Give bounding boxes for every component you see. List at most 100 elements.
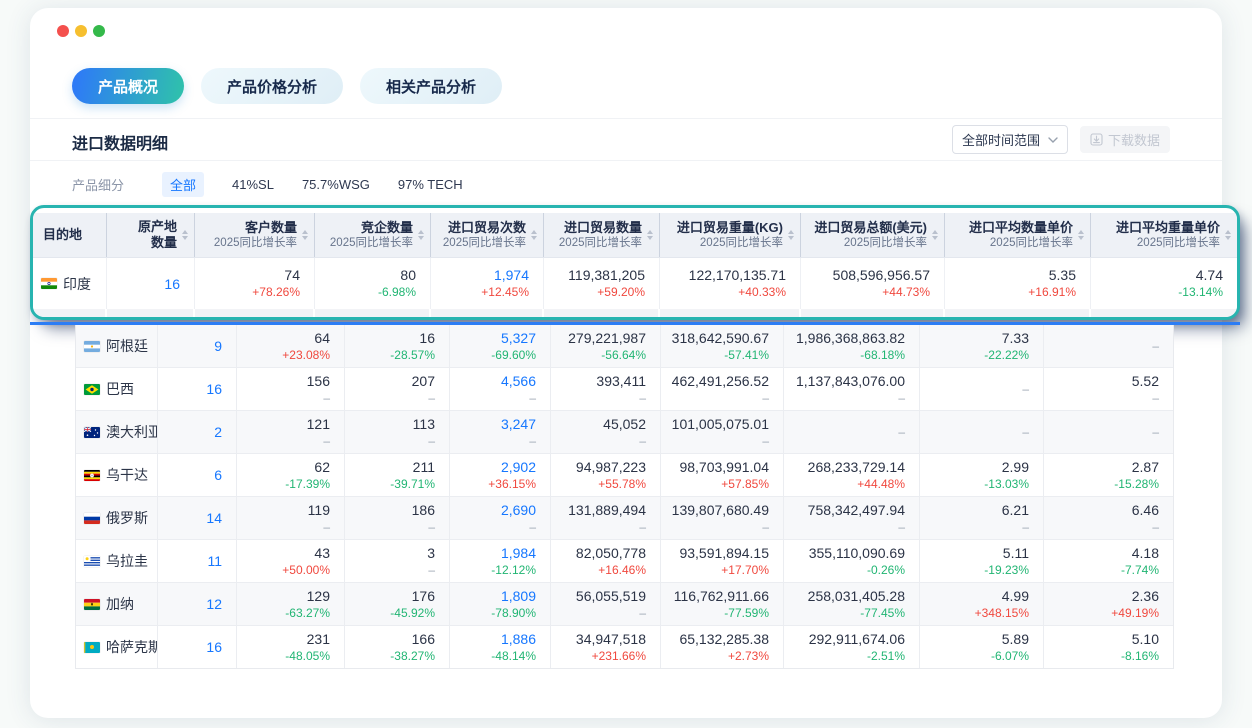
cell-value: 5.11	[1003, 545, 1029, 562]
divider	[30, 160, 1222, 161]
highlighted-row-india[interactable]: 印度1674+78.26%80-6.98%1,974+12.45%119,381…	[33, 258, 1237, 309]
segment-option-3[interactable]: 97% TECH	[398, 177, 463, 192]
cell-growth: +16.91%	[1028, 285, 1076, 300]
minimize-window-button[interactable]	[75, 25, 87, 37]
window-controls	[57, 25, 105, 37]
destination-cell: 俄罗斯	[76, 497, 158, 539]
table-row[interactable]: 俄罗斯14119–186–2,690–131,889,494–139,807,6…	[76, 497, 1173, 540]
destination-name: 巴西	[106, 379, 134, 399]
cell-value: 508,596,956.57	[833, 267, 930, 284]
sort-button[interactable]	[647, 230, 653, 240]
tab-2[interactable]: 相关产品分析	[360, 68, 502, 104]
table-row[interactable]: 巴西16156–207–4,566–393,411–462,491,256.52…	[76, 368, 1173, 411]
cell-value: 355,110,090.69	[809, 545, 905, 562]
time-range-select[interactable]: 全部时间范围	[952, 125, 1068, 154]
flag-icon-au	[84, 427, 100, 438]
origin-count-cell: 11	[158, 540, 237, 582]
sort-button[interactable]	[182, 230, 188, 240]
data-cell-5: 758,342,497.94–	[784, 497, 920, 539]
table-row[interactable]: 加纳12129-63.27%176-45.92%1,809-78.90%56,0…	[76, 583, 1173, 626]
cell-growth: -68.18%	[860, 348, 905, 363]
cell-value: 121	[307, 416, 330, 433]
cell-value: 1,886	[501, 631, 536, 648]
cell-value: 4.74	[1196, 267, 1223, 284]
sliver-cell	[544, 309, 660, 319]
sort-button[interactable]	[302, 230, 308, 240]
cell-growth: -2.51%	[867, 649, 905, 664]
table-header-row: 目的地原产地数量客户数量2025同比增长率竞企数量2025同比增长率进口贸易次数…	[33, 213, 1237, 258]
sort-button[interactable]	[1225, 230, 1231, 240]
data-cell-0: 43+50.00%	[237, 540, 345, 582]
column-header-0: 目的地	[33, 213, 107, 257]
cell-value: 131,889,494	[568, 502, 646, 519]
cell-value: 129	[307, 588, 330, 605]
data-cell-2: 1,974+12.45%	[431, 258, 544, 309]
cell-value: 116,762,911.66	[674, 588, 769, 605]
cell-value: 45,052	[603, 416, 646, 433]
segment-option-2[interactable]: 75.7%WSG	[302, 177, 370, 192]
destination-name: 乌干达	[106, 465, 148, 485]
sort-button[interactable]	[531, 230, 537, 240]
sort-button[interactable]	[788, 230, 794, 240]
highlighted-table-section: 目的地原产地数量客户数量2025同比增长率竞企数量2025同比增长率进口贸易次数…	[30, 205, 1240, 320]
data-cell-0: 231-48.05%	[237, 626, 345, 668]
table-row[interactable]: 乌干达662-17.39%211-39.71%2,902+36.15%94,98…	[76, 454, 1173, 497]
cell-value: 211	[413, 459, 435, 476]
data-cell-7: 4.18-7.74%	[1044, 540, 1173, 582]
cell-growth: –	[1022, 425, 1029, 440]
cell-growth: -63.27%	[285, 606, 330, 621]
cell-growth: +23.08%	[282, 348, 330, 363]
cell-value: 7.33	[1002, 330, 1029, 347]
cell-growth: -38.27%	[390, 649, 435, 664]
cell-value: 5.52	[1132, 373, 1159, 390]
cell-value: 758,342,497.94	[808, 502, 905, 519]
cell-value: 94,987,223	[576, 459, 646, 476]
table-row[interactable]: 哈萨克斯坦16231-48.05%166-38.27%1,886-48.14%3…	[76, 626, 1173, 668]
cell-value: 74	[284, 267, 300, 284]
segment-option-1[interactable]: 41%SL	[232, 177, 274, 192]
destination-cell: 澳大利亚	[76, 411, 158, 453]
filter-label: 产品细分	[72, 175, 124, 194]
segment-option-0[interactable]: 全部	[162, 172, 204, 197]
data-cell-1: 3–	[345, 540, 450, 582]
cell-value: 1,974	[494, 267, 529, 284]
cell-growth: -13.14%	[1178, 285, 1223, 300]
cell-growth: –	[529, 520, 536, 535]
analysis-tabs: 产品概况产品价格分析相关产品分析	[72, 68, 502, 104]
cell-growth: –	[639, 606, 646, 621]
sort-button[interactable]	[418, 230, 424, 240]
cell-growth: -6.98%	[378, 285, 416, 300]
data-cell-1: 113–	[345, 411, 450, 453]
cell-value: 122,170,135.71	[689, 267, 786, 284]
cell-value: 3	[427, 545, 435, 562]
data-cell-5: 508,596,956.57+44.73%	[801, 258, 945, 309]
import-data-table: 阿根廷964+23.08%16-28.57%5,327-69.60%279,22…	[75, 325, 1174, 669]
zoom-window-button[interactable]	[93, 25, 105, 37]
table-row[interactable]: 阿根廷964+23.08%16-28.57%5,327-69.60%279,22…	[76, 325, 1173, 368]
cell-growth: –	[898, 391, 905, 406]
cell-value: 4,566	[501, 373, 536, 390]
cell-growth: –	[1022, 520, 1029, 535]
data-cell-5: 268,233,729.14+44.48%	[784, 454, 920, 496]
sort-button[interactable]	[932, 230, 938, 240]
table-row[interactable]: 乌拉圭1143+50.00%3–1,984-12.12%82,050,778+1…	[76, 540, 1173, 583]
data-cell-3: 82,050,778+16.46%	[551, 540, 661, 582]
origin-count-cell: 12	[158, 583, 237, 625]
cell-growth: -45.92%	[390, 606, 435, 621]
cell-value: 1,809	[501, 588, 536, 605]
tab-1[interactable]: 产品价格分析	[201, 68, 343, 104]
table-row[interactable]: 澳大利亚2121–113–3,247–45,052–101,005,075.01…	[76, 411, 1173, 454]
tab-0[interactable]: 产品概况	[72, 68, 184, 104]
cell-growth: -77.45%	[860, 606, 905, 621]
cell-value: 268,233,729.14	[808, 459, 905, 476]
close-window-button[interactable]	[57, 25, 69, 37]
cell-growth: -7.74%	[1121, 563, 1159, 578]
data-cell-3: 393,411–	[551, 368, 661, 410]
cell-growth: -57.41%	[724, 348, 769, 363]
column-header-2: 客户数量2025同比增长率	[195, 213, 315, 257]
data-cell-6: 6.21–	[920, 497, 1044, 539]
download-data-button[interactable]: 下载数据	[1080, 126, 1170, 153]
sort-button[interactable]	[1078, 230, 1084, 240]
data-cell-7: 2.87-15.28%	[1044, 454, 1173, 496]
data-cell-6: 4.99+348.15%	[920, 583, 1044, 625]
